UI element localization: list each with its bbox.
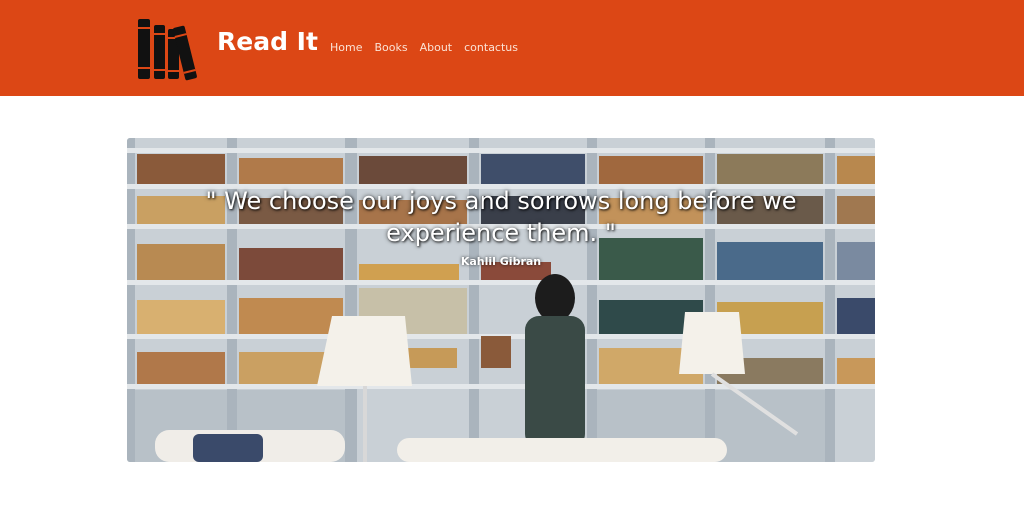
nav-home[interactable]: Home — [330, 41, 362, 55]
quote-author: Kahlil Gibran — [460, 255, 542, 268]
site-brand[interactable]: Read It — [217, 26, 318, 58]
hero-quote-line-2: experience them. " — [386, 219, 616, 247]
books-icon[interactable] — [137, 15, 205, 81]
nav-contactus[interactable]: contactus — [464, 41, 518, 55]
hero-quote: " We choose our joys and sorrows long be… — [127, 185, 875, 249]
site-header: Read It Home Books About contactus — [0, 0, 1024, 96]
main-nav: Home Books About contactus — [330, 41, 518, 55]
hero-quote-line-1: " We choose our joys and sorrows long be… — [205, 187, 797, 215]
hero-banner: " We choose our joys and sorrows long be… — [127, 138, 875, 462]
nav-books[interactable]: Books — [374, 41, 407, 55]
nav-about[interactable]: About — [420, 41, 453, 55]
